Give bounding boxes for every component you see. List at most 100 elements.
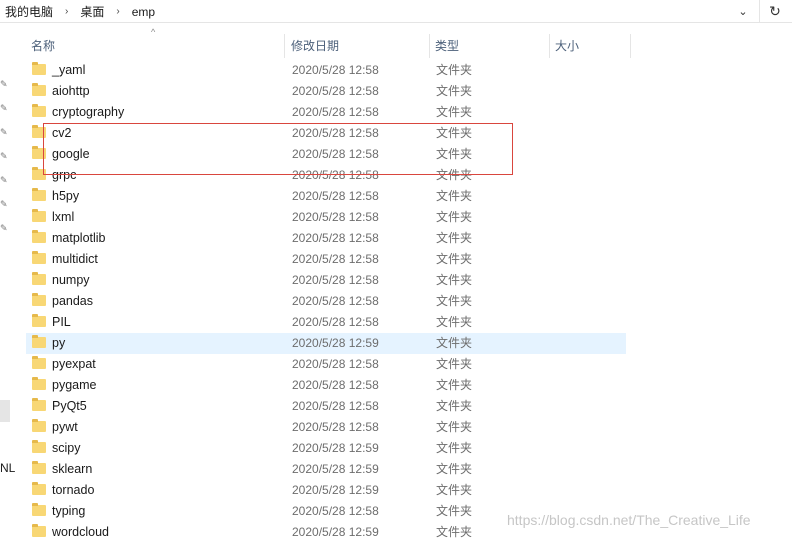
file-type: 文件夹 [436, 294, 473, 308]
file-row[interactable]: pandas 2020/5/28 12:58 文件夹 [26, 291, 626, 312]
address-bar[interactable]: 我的电脑 › 桌面 › emp ⌄ ↻ [0, 0, 792, 23]
file-name: aiohttp [52, 84, 90, 98]
file-row[interactable]: aiohttp 2020/5/28 12:58 文件夹 [26, 81, 626, 102]
file-name: tornado [52, 483, 95, 497]
file-type: 文件夹 [436, 357, 473, 371]
folder-icon [32, 230, 46, 243]
file-row[interactable]: matplotlib 2020/5/28 12:58 文件夹 [26, 228, 626, 249]
file-name: cv2 [52, 126, 72, 140]
file-type: 文件夹 [436, 441, 473, 455]
file-type: 文件夹 [436, 63, 473, 77]
pin-icon: ✎ [0, 151, 8, 161]
file-row[interactable]: _yaml 2020/5/28 12:58 文件夹 [26, 60, 626, 81]
column-header-name[interactable]: 名称 [26, 34, 285, 58]
folder-icon [32, 146, 46, 159]
file-row[interactable]: numpy 2020/5/28 12:58 文件夹 [26, 270, 626, 291]
pin-icon: ✎ [0, 103, 8, 113]
folder-icon [32, 335, 46, 348]
file-row[interactable]: h5py 2020/5/28 12:58 文件夹 [26, 186, 626, 207]
file-row[interactable]: multidict 2020/5/28 12:58 文件夹 [26, 249, 626, 270]
pin-icon: ✎ [0, 175, 8, 185]
file-name: _yaml [52, 63, 86, 77]
file-row[interactable]: PyQt5 2020/5/28 12:58 文件夹 [26, 396, 626, 417]
file-type: 文件夹 [436, 378, 473, 392]
file-date: 2020/5/28 12:58 [292, 210, 379, 224]
file-list: _yaml 2020/5/28 12:58 文件夹 aiohttp 2020/5/28 … [26, 60, 626, 543]
column-header-size[interactable]: 大小 [550, 34, 631, 58]
file-date: 2020/5/28 12:58 [292, 378, 379, 392]
file-date: 2020/5/28 12:58 [292, 231, 379, 245]
file-row[interactable]: pyexpat 2020/5/28 12:58 文件夹 [26, 354, 626, 375]
folder-icon [32, 272, 46, 285]
file-name: pywt [52, 420, 78, 434]
file-type: 文件夹 [436, 252, 473, 266]
file-date: 2020/5/28 12:58 [292, 315, 379, 329]
file-date: 2020/5/28 12:58 [292, 168, 379, 182]
folder-icon [32, 377, 46, 390]
file-name: py [52, 336, 66, 350]
navigation-pane: ✎ ✎ ✎ ✎ ✎ ✎ ✎ NL [0, 23, 15, 541]
file-date: 2020/5/28 12:58 [292, 84, 379, 98]
file-type: 文件夹 [436, 483, 473, 497]
folder-icon [32, 482, 46, 495]
file-name: pyexpat [52, 357, 96, 371]
column-header-date[interactable]: 修改日期 [286, 34, 430, 58]
column-header-row: 名称 修改日期 类型 大小 [26, 34, 631, 58]
folder-icon [32, 251, 46, 264]
folder-icon [32, 293, 46, 306]
file-row[interactable]: cryptography 2020/5/28 12:58 文件夹 [26, 102, 626, 123]
file-name: sklearn [52, 462, 93, 476]
file-type: 文件夹 [436, 315, 473, 329]
file-row[interactable]: sklearn 2020/5/28 12:59 文件夹 [26, 459, 626, 480]
file-row[interactable]: tornado 2020/5/28 12:59 文件夹 [26, 480, 626, 501]
breadcrumb-item-emp[interactable]: emp [129, 5, 158, 19]
folder-icon [32, 524, 46, 537]
file-name: grpc [52, 168, 77, 182]
file-type: 文件夹 [436, 273, 473, 287]
file-row[interactable]: lxml 2020/5/28 12:58 文件夹 [26, 207, 626, 228]
file-type: 文件夹 [436, 147, 473, 161]
file-row[interactable]: py 2020/5/28 12:59 文件夹 [26, 333, 626, 354]
file-name: h5py [52, 189, 80, 203]
file-name: google [52, 147, 90, 161]
file-date: 2020/5/28 12:58 [292, 399, 379, 413]
file-row[interactable]: pygame 2020/5/28 12:58 文件夹 [26, 375, 626, 396]
file-row[interactable]: grpc 2020/5/28 12:58 文件夹 [26, 165, 626, 186]
file-row[interactable]: scipy 2020/5/28 12:59 文件夹 [26, 438, 626, 459]
file-type: 文件夹 [436, 105, 473, 119]
file-type: 文件夹 [436, 231, 473, 245]
file-row[interactable]: PIL 2020/5/28 12:58 文件夹 [26, 312, 626, 333]
file-name: matplotlib [52, 231, 106, 245]
refresh-icon[interactable]: ↻ [759, 0, 790, 22]
folder-icon [32, 461, 46, 474]
file-date: 2020/5/28 12:58 [292, 126, 379, 140]
file-type: 文件夹 [436, 210, 473, 224]
folder-icon [32, 62, 46, 75]
file-name: scipy [52, 441, 81, 455]
file-type: 文件夹 [436, 189, 473, 203]
file-name: pygame [52, 378, 97, 392]
breadcrumb-item-desktop[interactable]: 桌面 [77, 3, 107, 20]
file-row[interactable]: google 2020/5/28 12:58 文件夹 [26, 144, 626, 165]
nav-item-label[interactable]: NL [0, 461, 15, 475]
chevron-right-icon[interactable]: › [107, 6, 128, 17]
folder-icon [32, 419, 46, 432]
file-row[interactable]: cv2 2020/5/28 12:58 文件夹 [26, 123, 626, 144]
file-name: PyQt5 [52, 399, 87, 413]
file-date: 2020/5/28 12:59 [292, 483, 379, 497]
file-type: 文件夹 [436, 525, 473, 539]
folder-icon [32, 356, 46, 369]
file-type: 文件夹 [436, 168, 473, 182]
column-header-type[interactable]: 类型 [430, 34, 550, 58]
breadcrumb: 我的电脑 › 桌面 › emp [2, 3, 158, 20]
breadcrumb-item-computer[interactable]: 我的电脑 [2, 3, 56, 20]
file-row[interactable]: pywt 2020/5/28 12:58 文件夹 [26, 417, 626, 438]
file-date: 2020/5/28 12:58 [292, 63, 379, 77]
chevron-down-icon[interactable]: ⌄ [731, 1, 755, 21]
file-date: 2020/5/28 12:58 [292, 273, 379, 287]
chevron-right-icon[interactable]: › [56, 6, 77, 17]
nav-item-selected[interactable] [0, 400, 10, 422]
file-name: multidict [52, 252, 98, 266]
file-name: PIL [52, 315, 71, 329]
file-type: 文件夹 [436, 504, 473, 518]
